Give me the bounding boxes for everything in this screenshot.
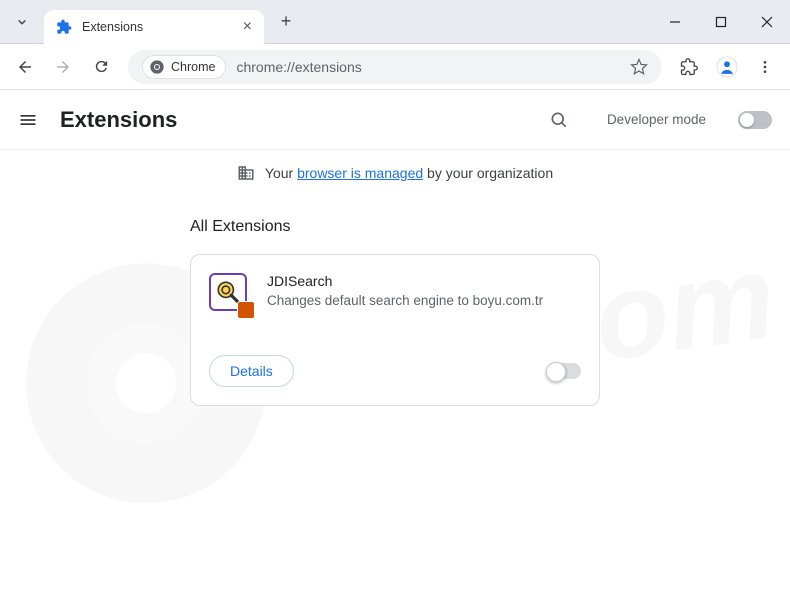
close-tab-button[interactable]: ×	[243, 18, 252, 36]
page-title: Extensions	[60, 107, 527, 133]
extension-icon	[209, 273, 249, 313]
forward-button	[46, 50, 80, 84]
site-chip[interactable]: Chrome	[142, 55, 226, 79]
section-title: All Extensions	[190, 218, 600, 236]
close-window-button[interactable]	[744, 0, 790, 44]
browser-tab[interactable]: Extensions ×	[44, 10, 264, 44]
browser-managed-link[interactable]: browser is managed	[297, 165, 423, 181]
minimize-button[interactable]	[652, 0, 698, 44]
chrome-icon	[149, 59, 165, 75]
developer-mode-toggle[interactable]	[738, 111, 772, 129]
details-button[interactable]: Details	[209, 355, 294, 387]
extension-toggle[interactable]	[547, 363, 581, 379]
new-tab-button[interactable]: +	[270, 11, 302, 32]
reload-button[interactable]	[84, 50, 118, 84]
search-button[interactable]	[549, 110, 569, 130]
developer-mode-label: Developer mode	[607, 112, 706, 127]
building-icon	[237, 164, 255, 182]
managed-banner: Your browser is managed by your organiza…	[0, 150, 790, 190]
bookmark-star-icon[interactable]	[630, 58, 648, 76]
banner-suffix: by your organization	[423, 165, 553, 181]
extension-name: JDISearch	[267, 273, 581, 289]
site-chip-label: Chrome	[171, 60, 215, 74]
banner-prefix: Your	[265, 165, 297, 181]
extension-card: JDISearch Changes default search engine …	[190, 254, 600, 406]
tab-title: Extensions	[82, 20, 233, 34]
extension-description: Changes default search engine to boyu.co…	[267, 293, 581, 308]
managed-badge-icon	[237, 301, 255, 319]
hamburger-menu-button[interactable]	[18, 110, 38, 130]
puzzle-icon	[56, 19, 72, 35]
back-button[interactable]	[8, 50, 42, 84]
address-bar[interactable]: Chrome chrome://extensions	[128, 50, 662, 84]
url-text: chrome://extensions	[236, 59, 620, 75]
tab-search-button[interactable]	[0, 15, 44, 29]
maximize-button[interactable]	[698, 0, 744, 44]
extensions-button[interactable]	[672, 50, 706, 84]
menu-button[interactable]	[748, 50, 782, 84]
profile-button[interactable]	[710, 50, 744, 84]
